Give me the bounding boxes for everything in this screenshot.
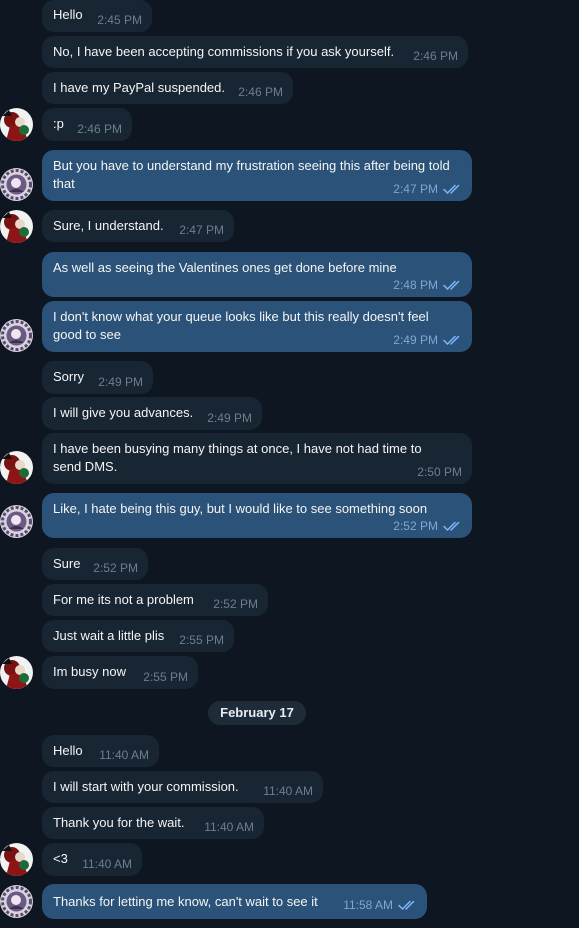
message-text: Sure, I understand. [53, 218, 164, 233]
message-time: 2:46 PM [77, 122, 122, 136]
message-bubble[interactable]: For me its not a problem 2:52 PM [42, 584, 268, 616]
message-bubble[interactable]: Like, I hate being this guy, but I would… [42, 493, 472, 538]
message-text: I will start with your commission. [53, 779, 239, 794]
message-time: 2:55 PM [143, 670, 188, 684]
sender-avatar[interactable] [0, 210, 33, 243]
circular-portrait-avatar-icon [0, 505, 33, 538]
message-bubble[interactable]: Hello 2:45 PM [42, 0, 152, 32]
message-bubble[interactable]: Im busy now 2:55 PM [42, 656, 198, 689]
message-text: Thanks for letting me know, can't wait t… [53, 894, 318, 909]
message-text: :p [53, 116, 64, 131]
message-bubble[interactable]: Sure, I understand. 2:47 PM [42, 210, 234, 242]
message-bubble[interactable]: Thanks for letting me know, can't wait t… [42, 884, 427, 919]
sender-avatar[interactable] [0, 108, 33, 141]
sender-avatar[interactable] [0, 843, 33, 876]
sender-avatar[interactable] [0, 505, 33, 538]
red-character-avatar-icon [0, 451, 33, 484]
message-text: Sure [53, 556, 81, 571]
read-checks-icon [443, 335, 460, 346]
message-bubble[interactable]: <3 11:40 AM [42, 843, 142, 876]
message-time: 11:40 AM [263, 784, 313, 798]
message-bubble[interactable]: Sure 2:52 PM [42, 548, 148, 580]
sender-avatar[interactable] [0, 451, 33, 484]
message-text: Like, I hate being this guy, but I would… [53, 501, 428, 516]
sender-avatar[interactable] [0, 656, 33, 689]
message-time: 2:49 PM [98, 375, 143, 389]
message-time: 2:52 PM [393, 519, 438, 533]
message-text: For me its not a problem [53, 592, 194, 607]
message-text: I have my PayPal suspended. [53, 80, 225, 95]
message-text: Hello [53, 7, 83, 22]
read-checks-icon [398, 900, 415, 911]
message-time: 2:46 PM [413, 49, 458, 63]
read-checks-icon [443, 521, 460, 532]
message-text: Im busy now [53, 664, 126, 679]
message-time: 11:40 AM [204, 820, 254, 834]
message-bubble[interactable]: Hello 11:40 AM [42, 735, 159, 767]
red-character-avatar-icon [0, 656, 33, 689]
message-time: 2:55 PM [179, 633, 224, 647]
message-bubble[interactable]: I have been busying many things at once,… [42, 433, 472, 484]
circular-portrait-avatar-icon [0, 319, 33, 352]
message-bubble[interactable]: I will start with your commission. 11:40… [42, 771, 323, 803]
message-text: As well as seeing the Valentines ones ge… [53, 260, 397, 275]
sender-avatar[interactable] [0, 168, 33, 201]
message-time: 2:46 PM [238, 85, 283, 99]
message-time: 11:40 AM [82, 857, 132, 871]
message-time: 2:47 PM [179, 223, 224, 237]
message-text: Just wait a little plis [53, 628, 165, 643]
red-character-avatar-icon [0, 843, 33, 876]
message-time: 2:49 PM [207, 411, 252, 425]
message-bubble[interactable]: I will give you advances. 2:49 PM [42, 397, 262, 430]
message-bubble[interactable]: I don't know what your queue looks like … [42, 301, 472, 352]
message-bubble[interactable]: Just wait a little plis 2:55 PM [42, 620, 234, 652]
red-character-avatar-icon [0, 108, 33, 141]
circular-portrait-avatar-icon [0, 885, 33, 918]
circular-portrait-avatar-icon [0, 168, 33, 201]
message-text: <3 [53, 851, 68, 866]
red-character-avatar-icon [0, 210, 33, 243]
message-text: Hello [53, 743, 83, 758]
message-bubble[interactable]: As well as seeing the Valentines ones ge… [42, 252, 472, 297]
message-text: Thank you for the wait. [53, 815, 185, 830]
date-separator: February 17 [208, 701, 306, 725]
message-text: I have been busying many things at once,… [53, 441, 422, 474]
chat-history[interactable]: Hello 2:45 PM No, I have been accepting … [0, 0, 579, 928]
message-time: 11:58 AM [343, 898, 393, 912]
message-bubble[interactable]: :p 2:46 PM [42, 108, 132, 141]
message-bubble[interactable]: Sorry 2:49 PM [42, 361, 153, 394]
read-checks-icon [443, 280, 460, 291]
message-bubble[interactable]: But you have to understand my frustratio… [42, 150, 472, 201]
message-time: 2:48 PM [393, 278, 438, 292]
message-time: 2:50 PM [417, 465, 462, 479]
sender-avatar[interactable] [0, 319, 33, 352]
sender-avatar[interactable] [0, 885, 33, 918]
message-time: 2:49 PM [393, 333, 438, 347]
message-bubble[interactable]: Thank you for the wait. 11:40 AM [42, 807, 264, 839]
read-checks-icon [443, 184, 460, 195]
message-text: No, I have been accepting commissions if… [53, 44, 395, 59]
message-time: 2:45 PM [97, 13, 142, 27]
message-time: 2:52 PM [93, 561, 138, 575]
message-bubble[interactable]: I have my PayPal suspended. 2:46 PM [42, 72, 293, 104]
message-text: I will give you advances. [53, 405, 194, 420]
message-time: 2:47 PM [393, 182, 438, 196]
message-bubble[interactable]: No, I have been accepting commissions if… [42, 36, 468, 68]
message-time: 11:40 AM [99, 748, 149, 762]
message-text: Sorry [53, 369, 85, 384]
message-time: 2:52 PM [213, 597, 258, 611]
